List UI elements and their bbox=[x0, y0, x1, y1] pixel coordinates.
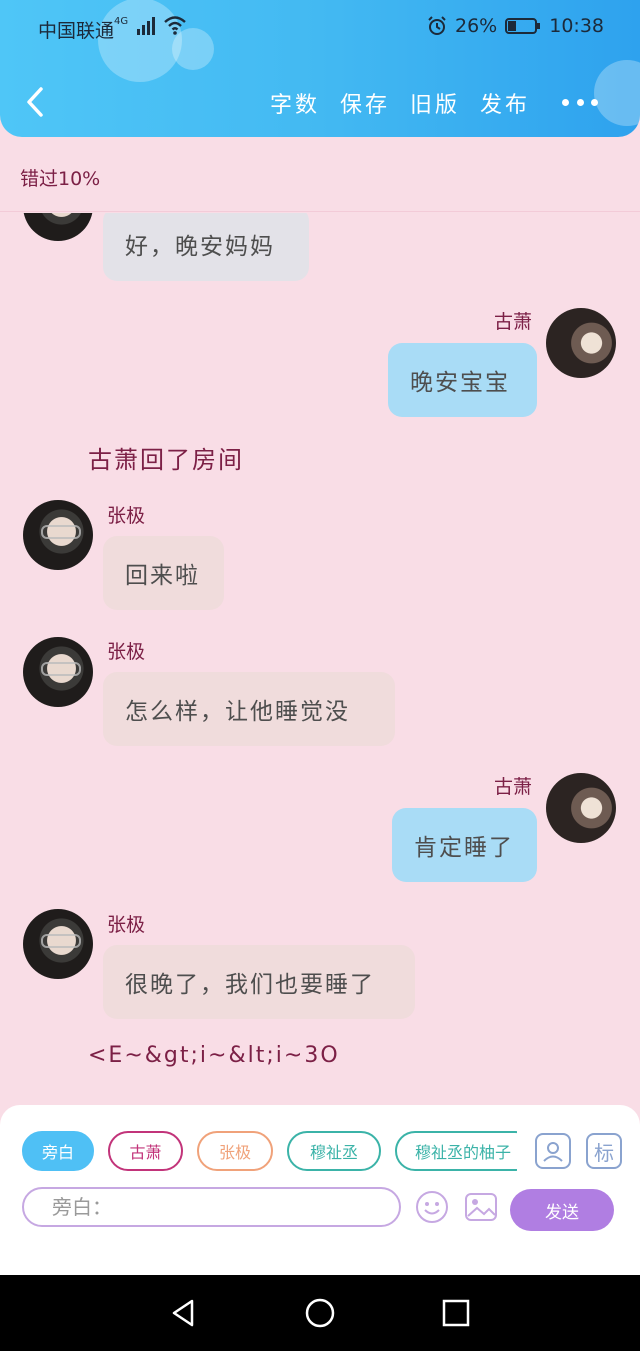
avatar[interactable] bbox=[23, 637, 93, 707]
chevron-left-icon bbox=[27, 87, 43, 117]
alarm-icon bbox=[428, 16, 446, 35]
message-text: 很晚了，我们也要睡了 bbox=[125, 972, 375, 998]
chat-bubble-right[interactable]: 晚安宝宝 bbox=[388, 343, 537, 417]
message-text: 怎么样，让他睡觉没 bbox=[125, 699, 350, 725]
message-text: 好，晚安妈妈 bbox=[125, 234, 275, 260]
chat-bubble-right[interactable]: 肯定睡了 bbox=[392, 808, 537, 882]
chat-bubble-left[interactable]: 很晚了，我们也要睡了 bbox=[103, 945, 415, 1019]
carrier-label: 中国联通4G bbox=[38, 16, 129, 42]
recents-square-icon[interactable] bbox=[440, 1297, 472, 1329]
sender-name: 古萧 bbox=[494, 776, 533, 798]
add-character-button[interactable] bbox=[535, 1133, 571, 1169]
status-bar: 中国联通4G 26% 10:38 bbox=[0, 0, 640, 56]
clock: 10:38 bbox=[549, 15, 604, 37]
emoji-button[interactable] bbox=[414, 1189, 450, 1225]
send-button[interactable]: 发送 bbox=[510, 1189, 614, 1231]
role-chip-muzhicheng[interactable]: 穆祉丞 bbox=[287, 1131, 381, 1171]
avatar[interactable] bbox=[23, 500, 93, 570]
input-panel: 旁白 古萧 张极 穆祉丞 穆祉丞的柚子 标 发送 bbox=[0, 1105, 640, 1275]
more-dot-icon bbox=[576, 98, 584, 106]
more-options-button[interactable] bbox=[562, 90, 598, 114]
miss-progress-bar: 错过10% bbox=[0, 150, 640, 212]
sender-name: 张极 bbox=[107, 914, 146, 936]
chat-bubble-left[interactable]: 回来啦 bbox=[103, 536, 224, 610]
signal-icon bbox=[137, 17, 155, 35]
image-icon bbox=[465, 1193, 497, 1221]
back-button[interactable] bbox=[20, 84, 50, 120]
role-selector: 旁白 古萧 张极 穆祉丞 穆祉丞的柚子 bbox=[22, 1131, 517, 1171]
battery-icon bbox=[505, 18, 541, 34]
chat-bubble-left[interactable]: 好，晚安妈妈 bbox=[103, 213, 309, 281]
save-button[interactable]: 保存 bbox=[340, 87, 390, 119]
role-chip-guxiao[interactable]: 古萧 bbox=[108, 1131, 183, 1171]
avatar[interactable] bbox=[546, 308, 616, 378]
message-text: 回来啦 bbox=[125, 563, 200, 589]
tag-label: 标 bbox=[594, 1140, 614, 1165]
role-chip-zhangji[interactable]: 张极 bbox=[197, 1131, 273, 1171]
role-chip-narrator[interactable]: 旁白 bbox=[22, 1131, 94, 1171]
role-chip-muzhicheng-pomelo[interactable]: 穆祉丞的柚子 bbox=[395, 1131, 517, 1171]
image-button[interactable] bbox=[463, 1189, 499, 1225]
narration-text: 古萧回了房间 bbox=[88, 446, 244, 474]
message-input[interactable] bbox=[22, 1187, 401, 1227]
sender-name: 张极 bbox=[107, 505, 146, 527]
back-triangle-icon[interactable] bbox=[168, 1297, 200, 1329]
home-circle-icon[interactable] bbox=[304, 1297, 336, 1329]
smiley-icon bbox=[416, 1191, 448, 1223]
decorative-bubble bbox=[594, 60, 640, 126]
message-text: 肯定睡了 bbox=[414, 835, 514, 861]
word-count-button[interactable]: 字数 bbox=[270, 87, 320, 119]
miss-progress-text: 错过10% bbox=[20, 168, 101, 190]
message-text: 晚安宝宝 bbox=[410, 370, 510, 396]
header-actions: 字数 保存 旧版 发布 bbox=[270, 87, 530, 119]
narration-text: <E~&gt;i~&lt;i~3O bbox=[88, 1043, 340, 1068]
chat-bubble-left[interactable]: 怎么样，让他睡觉没 bbox=[103, 672, 395, 746]
sender-name: 古萧 bbox=[494, 311, 533, 333]
chat-area[interactable]: 好，晚安妈妈 古萧 晚安宝宝 古萧回了房间 张极 回来啦 张极 怎么样，让他睡觉… bbox=[0, 213, 640, 1105]
publish-button[interactable]: 发布 bbox=[480, 87, 530, 119]
tag-button[interactable]: 标 bbox=[586, 1133, 622, 1169]
wifi-icon bbox=[164, 16, 186, 35]
app-header: 中国联通4G 26% 10:38 字数 保存 旧版 发布 bbox=[0, 0, 640, 137]
sender-name: 张极 bbox=[107, 641, 146, 663]
more-dot-icon bbox=[562, 98, 569, 106]
avatar[interactable] bbox=[23, 909, 93, 979]
avatar[interactable] bbox=[23, 213, 93, 241]
avatar[interactable] bbox=[546, 773, 616, 843]
old-version-button[interactable]: 旧版 bbox=[410, 87, 460, 119]
battery-percent: 26% bbox=[455, 15, 498, 37]
system-nav-bar bbox=[0, 1275, 640, 1351]
more-dot-icon bbox=[591, 98, 598, 106]
person-icon bbox=[543, 1142, 563, 1162]
